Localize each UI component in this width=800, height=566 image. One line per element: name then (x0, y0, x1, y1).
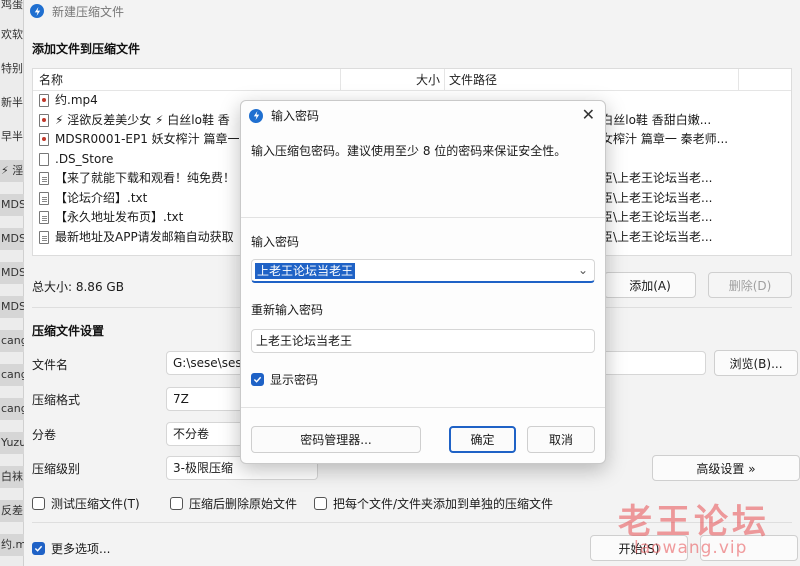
chevron-down-icon[interactable]: ⌄ (578, 263, 588, 277)
checkbox-box[interactable] (32, 497, 45, 510)
checkbox-label: 更多选项... (51, 542, 111, 556)
add-button[interactable]: 添加(A) (604, 272, 696, 298)
checkbox-box[interactable] (314, 497, 327, 510)
checkbox-box[interactable] (170, 497, 183, 510)
password-dialog: 输入密码 ✕ 输入压缩包密码。建议使用至少 8 位的密码来保证安全性。 输入密码… (240, 100, 606, 464)
checkbox-label: 压缩后删除原始文件 (189, 497, 298, 511)
file-path: 加臣\上老王论坛当老... (589, 190, 713, 205)
test-archive-checkbox[interactable]: 测试压缩文件(T) (32, 495, 140, 512)
dialog-description: 输入压缩包密码。建议使用至少 8 位的密码来保证安全性。 (251, 144, 567, 158)
file-name: 【来了就能下载和观看！纯免费！ (55, 171, 236, 185)
advanced-settings-button[interactable]: 高级设置 » (652, 455, 800, 481)
show-password-checkbox[interactable]: 显示密码 (251, 371, 318, 388)
bg-item: cang (0, 364, 24, 386)
file-name: ⚡ 淫欲反差美少女 ⚡ 白丝lo鞋 香 (55, 112, 230, 127)
divider (241, 407, 605, 408)
bg-item: Yuzu (0, 432, 24, 454)
file-name: 【论坛介绍】.txt (55, 190, 148, 205)
split-label: 分卷 (32, 428, 57, 442)
add-files-title: 添加文件到压缩文件 (32, 42, 141, 56)
dialog-titlebar: 输入密码 (249, 107, 319, 124)
bg-item: MDS (0, 296, 24, 318)
checkbox-label: 显示密码 (270, 373, 319, 387)
bg-item: 白袜 (0, 466, 24, 488)
video-file-icon (39, 113, 49, 127)
blank-file-icon (39, 152, 49, 166)
format-label: 压缩格式 (32, 393, 81, 407)
dialog-title: 输入密码 (271, 109, 320, 123)
password-selected-text: 上老王论坛当老王 (255, 263, 356, 279)
background-app-sliver: 鸡蛋 欢软 特别 新半 早半 ⚡ 淫 MDS MDS MDS MDS cang … (0, 0, 24, 566)
file-path: 加臣\上老王论坛当老... (589, 210, 713, 224)
bg-item: 新半 (1, 96, 23, 109)
more-options-checkbox[interactable]: 更多选项... (32, 540, 110, 557)
bg-item: 欢软 (1, 28, 23, 41)
text-file-icon (39, 172, 49, 186)
password-label: 输入密码 (251, 235, 300, 249)
delete-button[interactable]: 删除(D) (708, 272, 792, 298)
video-file-icon (39, 133, 49, 147)
checkbox-label: 把每个文件/文件夹添加到单独的压缩文件 (333, 497, 554, 511)
bg-item: 鸡蛋 (1, 0, 23, 11)
bg-item: cang (0, 330, 24, 352)
close-icon[interactable]: ✕ (582, 105, 595, 124)
separate-archives-checkbox[interactable]: 把每个文件/文件夹添加到单独的压缩文件 (314, 495, 553, 512)
total-size: 总大小: 8.86 GB (32, 280, 124, 294)
delete-after-checkbox[interactable]: 压缩后删除原始文件 (170, 495, 297, 512)
file-name: .DS_Store (55, 151, 114, 166)
window-titlebar: 新建压缩文件 (24, 0, 800, 22)
bg-item: MDS (0, 262, 24, 284)
password-manager-button[interactable]: 密码管理器... (251, 426, 421, 453)
divider (241, 217, 605, 218)
video-file-icon (39, 94, 49, 108)
app-logo-icon (249, 108, 263, 123)
file-path: 加臣\上老王论坛当老... (589, 229, 713, 244)
bg-item: 反差 (0, 500, 24, 522)
watermark-url: laowang.vip (634, 538, 748, 558)
watermark-text: 老王论坛 (618, 502, 770, 542)
file-name: 约.mp4 (55, 93, 98, 107)
checkbox-checked[interactable] (32, 542, 45, 555)
bg-item: 早半 (1, 130, 23, 143)
bg-item: 约.m (0, 534, 24, 556)
browse-button[interactable]: 浏览(B)... (714, 350, 798, 376)
bg-item: 特别 (1, 62, 23, 75)
checkbox-checked[interactable] (251, 373, 264, 386)
cancel-button[interactable]: 取消 (527, 426, 595, 453)
reenter-password-input[interactable]: 上老王论坛当老王 (251, 329, 595, 353)
file-name: 最新地址及APP请发邮箱自动获取 (55, 229, 234, 244)
file-path: ⚡ 白丝lo鞋 香甜白嫩... (589, 112, 712, 127)
column-path[interactable]: 文件路径 (445, 69, 739, 90)
text-file-icon (39, 191, 49, 205)
bg-item: cang (0, 398, 24, 420)
level-label: 压缩级别 (32, 462, 81, 476)
password-input[interactable]: 上老王论坛当老王 ⌄ (251, 259, 595, 283)
file-path: 加臣\上老王论坛当老... (589, 171, 713, 185)
ok-button[interactable]: 确定 (449, 426, 516, 453)
text-file-icon (39, 211, 49, 225)
filename-label: 文件名 (32, 358, 69, 372)
bg-item: MDS (0, 228, 24, 250)
file-list-header: 名称 大小 文件路径 (33, 69, 791, 91)
bg-item: MDS (0, 194, 24, 216)
window-title: 新建压缩文件 (52, 4, 125, 19)
app-logo-icon (30, 4, 44, 18)
column-name[interactable]: 名称 (33, 69, 341, 90)
checkbox-label: 测试压缩文件(T) (51, 497, 140, 511)
text-file-icon (39, 230, 49, 244)
file-name: MDSR0001-EP1 妖女榨汁 篇章一 (55, 132, 240, 146)
column-size[interactable]: 大小 (341, 69, 445, 90)
file-name: 【永久地址发布页】.txt (55, 210, 184, 224)
settings-title: 压缩文件设置 (32, 324, 105, 338)
bg-item: ⚡ 淫 (0, 160, 24, 182)
file-path: 妖女榨汁 篇章一 秦老师... (589, 132, 729, 146)
reenter-label: 重新输入密码 (251, 303, 324, 317)
